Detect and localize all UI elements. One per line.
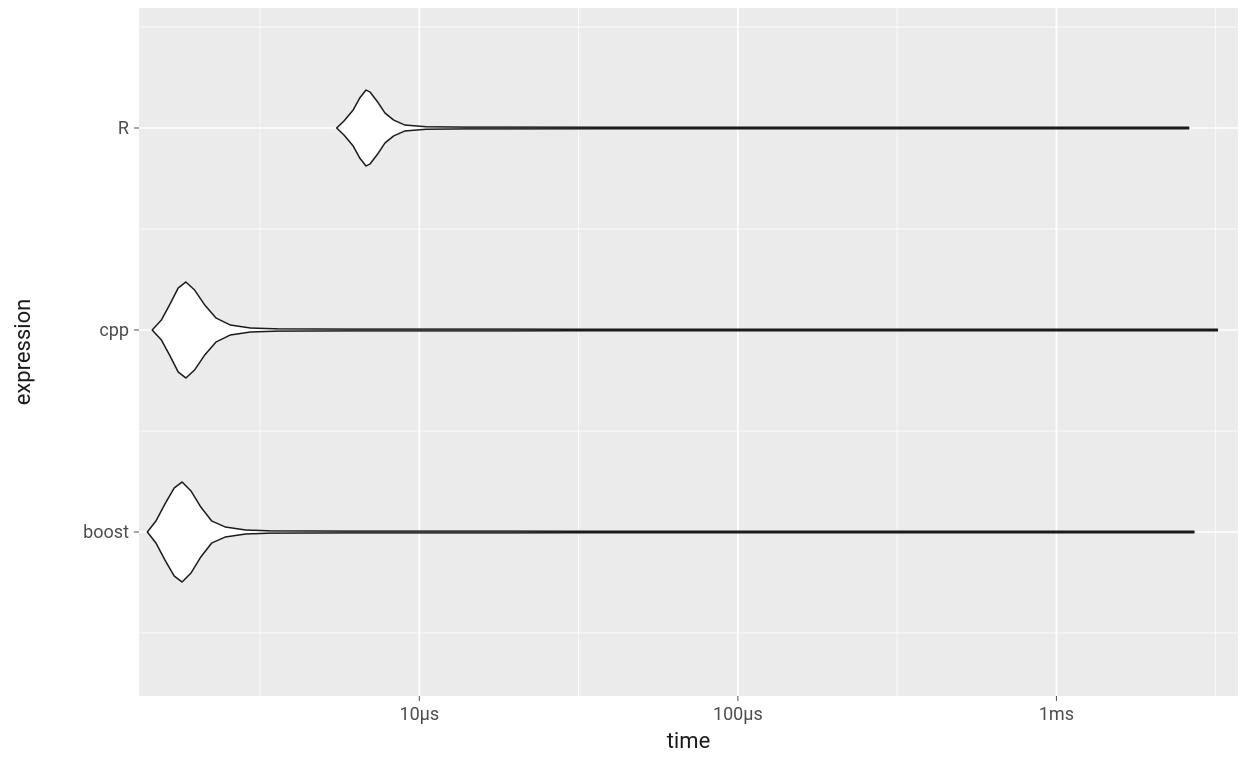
y-tick-label: boost [83,522,129,543]
violin-benchmark-chart: 10µs 100µs 1ms Rcpp boost time expression [0,0,1248,768]
x-tick-label: 10µs [399,704,439,725]
panel-background [139,8,1238,696]
chart-svg: 10µs 100µs 1ms Rcpp boost time expression [0,0,1248,768]
y-axis-title: expression [11,299,36,406]
x-tick-label: 100µs [713,704,763,725]
x-tick-label: 1ms [1039,704,1074,725]
y-tick-label: R [118,118,129,139]
x-axis-title: time [667,729,711,754]
y-tick-label: cpp [99,320,129,341]
